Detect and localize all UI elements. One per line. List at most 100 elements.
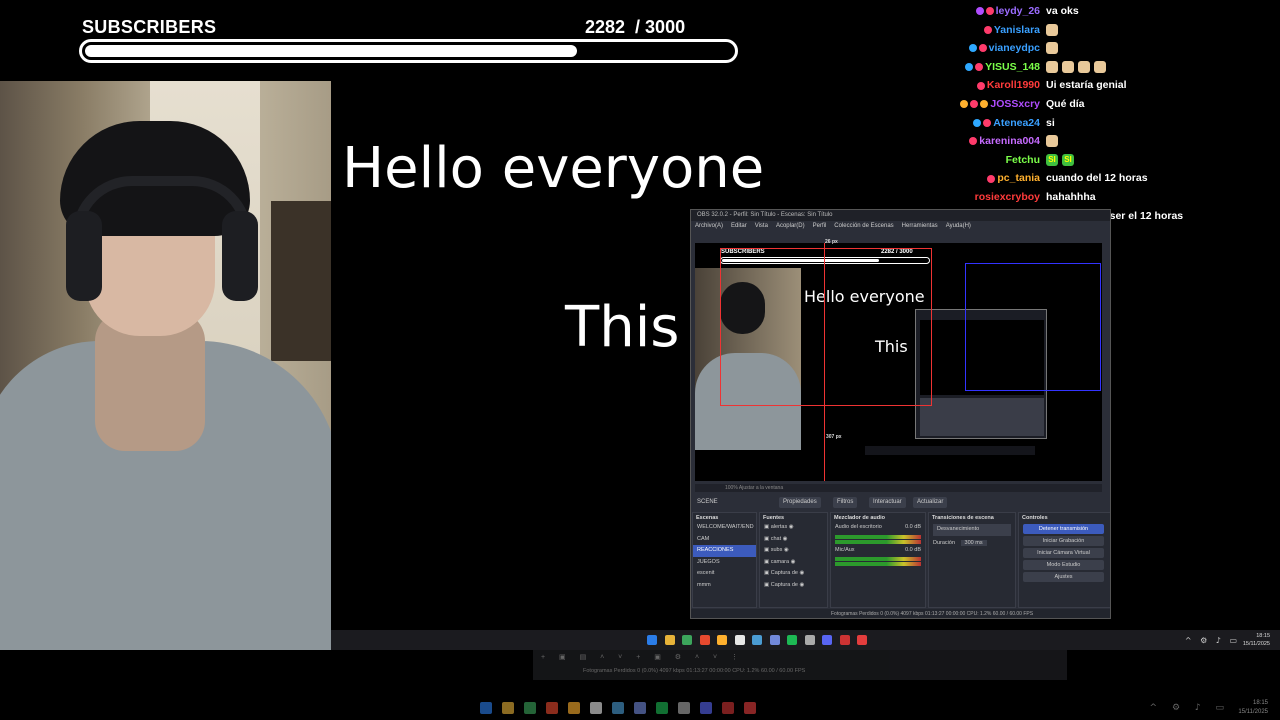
scenes-dock-title: Escenas <box>696 515 719 521</box>
visibility-eye-icon[interactable]: ◉ <box>798 582 804 588</box>
scene-item[interactable]: CAM <box>693 534 756 546</box>
preview-taskbar <box>865 446 1035 455</box>
scene-item[interactable]: JUEGOS <box>693 557 756 569</box>
obs-status-bar: Fotogramas Perdidos 0 (0.0%) 4097 kbps 0… <box>691 609 1110 618</box>
taskbar-app-icon[interactable] <box>857 635 867 645</box>
scene-item[interactable]: WELCOME/WAIT/END <box>693 522 756 534</box>
obs-menu-item[interactable]: Herramientas <box>902 223 938 229</box>
visibility-eye-icon[interactable]: ◉ <box>789 559 796 565</box>
chat-badge-icon <box>987 174 996 183</box>
taskbar-app-icon[interactable] <box>752 635 762 645</box>
visibility-eye-icon[interactable]: ◉ <box>782 547 789 553</box>
taskbar-clock[interactable]: 18:15 15/11/2025 <box>1243 632 1270 648</box>
audio-level-meter <box>835 534 921 539</box>
taskbar-app-icon[interactable] <box>822 635 832 645</box>
taskbar-app-icon[interactable] <box>647 635 657 645</box>
duration-field[interactable]: 300 ms <box>960 539 987 546</box>
obs-window[interactable]: OBS 32.0.2 - Perfil: Sin Título - Escena… <box>690 209 1111 619</box>
chat-username-text: YISUS_148 <box>985 60 1040 73</box>
control-button[interactable]: Ajustes <box>1023 572 1104 582</box>
obs-menu-bar[interactable]: Archivo(A) Editar Vista Acoplar(D) Perfil Col… <box>691 221 1110 232</box>
chat-username[interactable]: YISUS_148 <box>965 61 1040 73</box>
taskbar-app-icon[interactable] <box>769 635 780 645</box>
chat-username[interactable]: karenina004 <box>969 135 1040 147</box>
controls-list: Detener transmisión Iniciar Grabación Inic… <box>1019 524 1110 582</box>
obs-preview[interactable]: SUBSCRIBERS 2282 / 3000 Hello everyone T… <box>695 239 1102 481</box>
taskbar-echo-app-icon <box>634 702 646 714</box>
taskbar-app-icon[interactable] <box>734 635 745 645</box>
chat-username[interactable]: pc_tania <box>987 172 1040 184</box>
taskbar-app-icon[interactable] <box>664 635 675 645</box>
visibility-eye-icon[interactable]: ◉ <box>781 536 788 542</box>
interact-button[interactable]: Interactuar <box>869 497 906 508</box>
taskbar-app-icon[interactable] <box>804 635 815 645</box>
taskbar-app-icon[interactable] <box>839 635 850 645</box>
control-button[interactable]: Detener transmisión <box>1023 524 1104 534</box>
control-button[interactable]: Modo Estudio <box>1023 560 1104 570</box>
properties-button[interactable]: Propiedades <box>779 497 821 508</box>
taskbar-echo-app-icon <box>612 702 624 714</box>
obs-menu-item[interactable]: Vista <box>755 223 768 229</box>
chat-username[interactable]: Karoll1990 <box>976 79 1040 91</box>
taskbar-date: 15/11/2025 <box>1242 641 1270 647</box>
caption-this: This <box>565 295 680 360</box>
source-name: Captura de <box>770 570 798 576</box>
taskbar-app-icon[interactable] <box>699 635 710 645</box>
obs-menu-item[interactable]: Ayuda(H) <box>946 223 971 229</box>
visibility-eye-icon[interactable]: ◉ <box>787 524 794 530</box>
volume-slider[interactable] <box>835 562 921 566</box>
source-item[interactable]: ▣ camara ◉ <box>760 557 827 569</box>
source-item[interactable]: ▣ subs ◉ <box>760 545 827 557</box>
audio-mixer-title: Mezclador de audio <box>834 515 886 521</box>
taskbar-echo-app-icon <box>744 702 756 714</box>
refresh-button[interactable]: Actualizar <box>913 497 948 508</box>
chat-username[interactable]: rosiexcryboy <box>975 191 1040 203</box>
transition-select[interactable]: Desvanecimiento <box>933 524 1011 536</box>
obs-menu-item[interactable]: Colección de Escenas <box>834 223 893 229</box>
source-item[interactable]: ▣ Captura de ◉ <box>760 568 827 580</box>
chat-username[interactable]: Yanislara <box>983 24 1040 36</box>
obs-menu-item[interactable]: Acoplar(D) <box>776 223 805 229</box>
chat-emote-icon: SI <box>1062 154 1074 167</box>
taskbar-app-icon[interactable] <box>787 635 797 645</box>
filters-button[interactable]: Filtros <box>833 497 858 508</box>
source-name: Captura de <box>770 581 798 588</box>
taskbar-app-icon[interactable] <box>682 635 692 645</box>
chat-text <box>1046 42 1062 55</box>
scene-item[interactable]: escenit <box>693 568 756 580</box>
system-tray[interactable]: ^ ⚙ ♪ ▭ <box>1185 636 1240 645</box>
source-item[interactable]: ▣ alertas ◉ <box>760 522 827 534</box>
obs-menu-item[interactable]: Archivo(A) <box>695 223 723 229</box>
control-button[interactable]: Iniciar Grabación <box>1023 536 1104 546</box>
scene-item[interactable]: REACCIONES <box>693 545 756 557</box>
visibility-eye-icon[interactable]: ◉ <box>798 570 804 576</box>
obs-title-bar: OBS 32.0.2 - Perfil: Sin Título - Escena… <box>691 210 1110 221</box>
chat-username[interactable]: JOSSxcry <box>960 98 1040 110</box>
chat-message: YISUS_148 <box>940 61 1280 79</box>
chat-username[interactable]: leydy_26 <box>975 5 1040 17</box>
chat-username[interactable]: Atenea24 <box>973 117 1040 129</box>
audio-mixer-list: Audio del escritorio 0.0 dB Mic/Aux 0.0 dB <box>831 522 925 566</box>
chat-badge-icon <box>983 25 992 34</box>
control-button[interactable]: Iniciar Cámara Virtual <box>1023 548 1104 558</box>
chat-badge-icon <box>980 100 989 109</box>
source-item[interactable]: ▣ chat ◉ <box>760 534 827 546</box>
source-item[interactable]: ▣ Captura de ◉ <box>760 580 827 592</box>
taskbar-echo-app-icon <box>480 702 492 714</box>
obs-menu-item[interactable]: Perfil <box>813 223 827 229</box>
taskbar-app-icon[interactable] <box>717 635 727 645</box>
chat-badge-icon <box>960 100 969 109</box>
taskbar-echo-app-icon <box>678 702 690 714</box>
transitions-title: Transiciones de escena <box>932 515 994 521</box>
chat-badge-icon <box>978 44 987 53</box>
volume-slider[interactable] <box>835 539 921 544</box>
toolbar-scene-name: SCENE <box>697 499 718 505</box>
preview-selection-box[interactable] <box>720 248 932 406</box>
chat-username[interactable]: vianeydpc <box>968 42 1040 54</box>
chat-badge-icon <box>975 7 984 16</box>
duration-label: Duración <box>933 539 956 546</box>
chat-username[interactable]: Fetchu <box>1006 154 1040 166</box>
preview-chat-bounds <box>965 263 1101 391</box>
obs-menu-item[interactable]: Editar <box>731 223 747 229</box>
scene-item[interactable]: mmm <box>693 580 756 592</box>
